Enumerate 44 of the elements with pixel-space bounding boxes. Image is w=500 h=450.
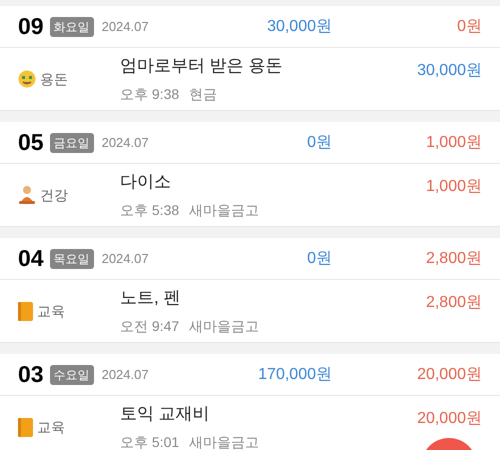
income-total: 0원 — [306, 248, 332, 268]
category-label: 교육 — [37, 418, 65, 436]
day-number: 05 — [18, 128, 44, 158]
income-total: 0원 — [306, 132, 332, 152]
entry-amount: 20,000원 — [417, 409, 482, 429]
entry-title: 토익 교재비 — [120, 402, 211, 425]
entry-title: 다이소 — [120, 170, 172, 193]
income-total: 30,000원 — [266, 16, 332, 36]
expense-total: 20,000원 — [416, 364, 482, 384]
weekday-label: 화요일 — [50, 16, 94, 36]
category-label: 건강 — [40, 186, 68, 204]
entry-title: 엄마로부터 받은 용돈 — [120, 54, 282, 77]
weekday-label: 금요일 — [50, 132, 94, 152]
day-number: 04 — [18, 244, 44, 274]
book-icon — [18, 418, 33, 436]
entry-account: 새마을금고 — [189, 433, 260, 450]
person-icon — [18, 185, 36, 205]
expense-total: 1,000원 — [424, 132, 482, 152]
category-label: 용돈 — [40, 70, 68, 88]
day-number: 03 — [18, 360, 44, 390]
entry-account: 현금 — [189, 85, 218, 104]
entry-amount: 1,000원 — [426, 177, 482, 197]
entry-time: 오전 9:47 — [120, 317, 180, 336]
month-label: 2024.07 — [102, 366, 149, 384]
entry-time: 오후 5:38 — [120, 201, 180, 220]
entry-time: 오후 5:01 — [120, 433, 180, 450]
entry-amount: 30,000원 — [417, 61, 482, 81]
weekday-label: 수요일 — [50, 364, 94, 384]
book-icon — [18, 302, 33, 320]
entry-time: 오후 9:38 — [120, 85, 180, 104]
entry-amount: 2,800원 — [426, 293, 482, 313]
month-label: 2024.07 — [102, 134, 149, 152]
money-face-icon — [18, 70, 36, 88]
month-label: 2024.07 — [102, 250, 149, 268]
category-label: 교육 — [37, 302, 65, 320]
expense-total: 0원 — [456, 16, 482, 36]
day-number: 09 — [18, 12, 44, 42]
entry-title: 노트, 펜 — [120, 286, 182, 309]
weekday-label: 목요일 — [50, 248, 94, 268]
income-total: 170,000원 — [257, 364, 332, 384]
entry-account: 새마을금고 — [189, 201, 260, 220]
entry-account: 새마을금고 — [189, 317, 260, 336]
expense-total: 2,800원 — [424, 248, 482, 268]
month-label: 2024.07 — [102, 18, 149, 36]
